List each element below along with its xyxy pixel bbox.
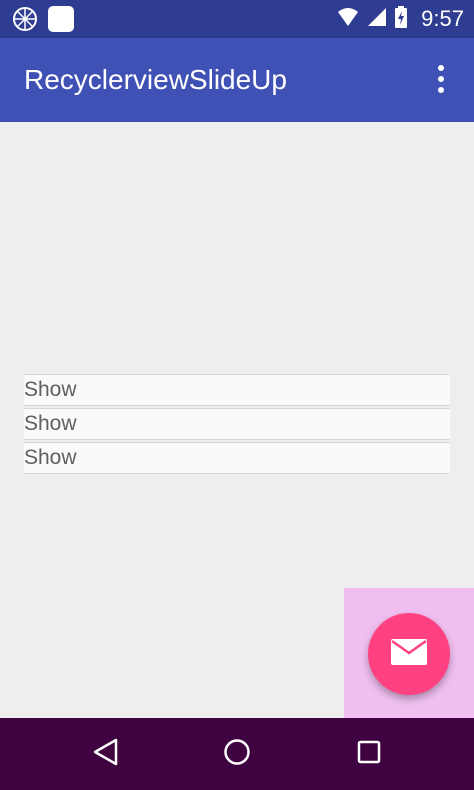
email-icon [390, 638, 428, 671]
list-item-label: Show [24, 378, 77, 401]
email-fab-button[interactable] [368, 613, 450, 695]
recents-icon [356, 739, 382, 770]
list-item[interactable]: Show [24, 374, 450, 406]
battery-charging-icon [395, 5, 408, 33]
home-icon [222, 737, 252, 772]
back-icon [91, 737, 119, 772]
wifi-icon [337, 7, 359, 32]
list-item-label: Show [24, 412, 77, 435]
app-bar: RecyclerviewSlideUp [0, 38, 474, 122]
app-notification-icon [48, 6, 74, 32]
list-item[interactable]: Show [24, 442, 450, 474]
recents-button[interactable] [317, 718, 421, 790]
more-vert-icon[interactable] [420, 58, 462, 100]
show-list: Show Show Show [24, 374, 450, 476]
list-item-label: Show [24, 446, 77, 469]
status-icons: 9:57 [337, 0, 464, 38]
status-bar: 9:57 [0, 0, 474, 38]
status-clock: 9:57 [421, 6, 464, 31]
back-button[interactable] [53, 718, 157, 790]
navigation-bar [0, 718, 474, 790]
signal-icon [367, 7, 387, 32]
home-button[interactable] [185, 718, 289, 790]
list-item[interactable]: Show [24, 408, 450, 440]
notification-icon [12, 6, 38, 32]
app-title: RecyclerviewSlideUp [24, 64, 287, 95]
